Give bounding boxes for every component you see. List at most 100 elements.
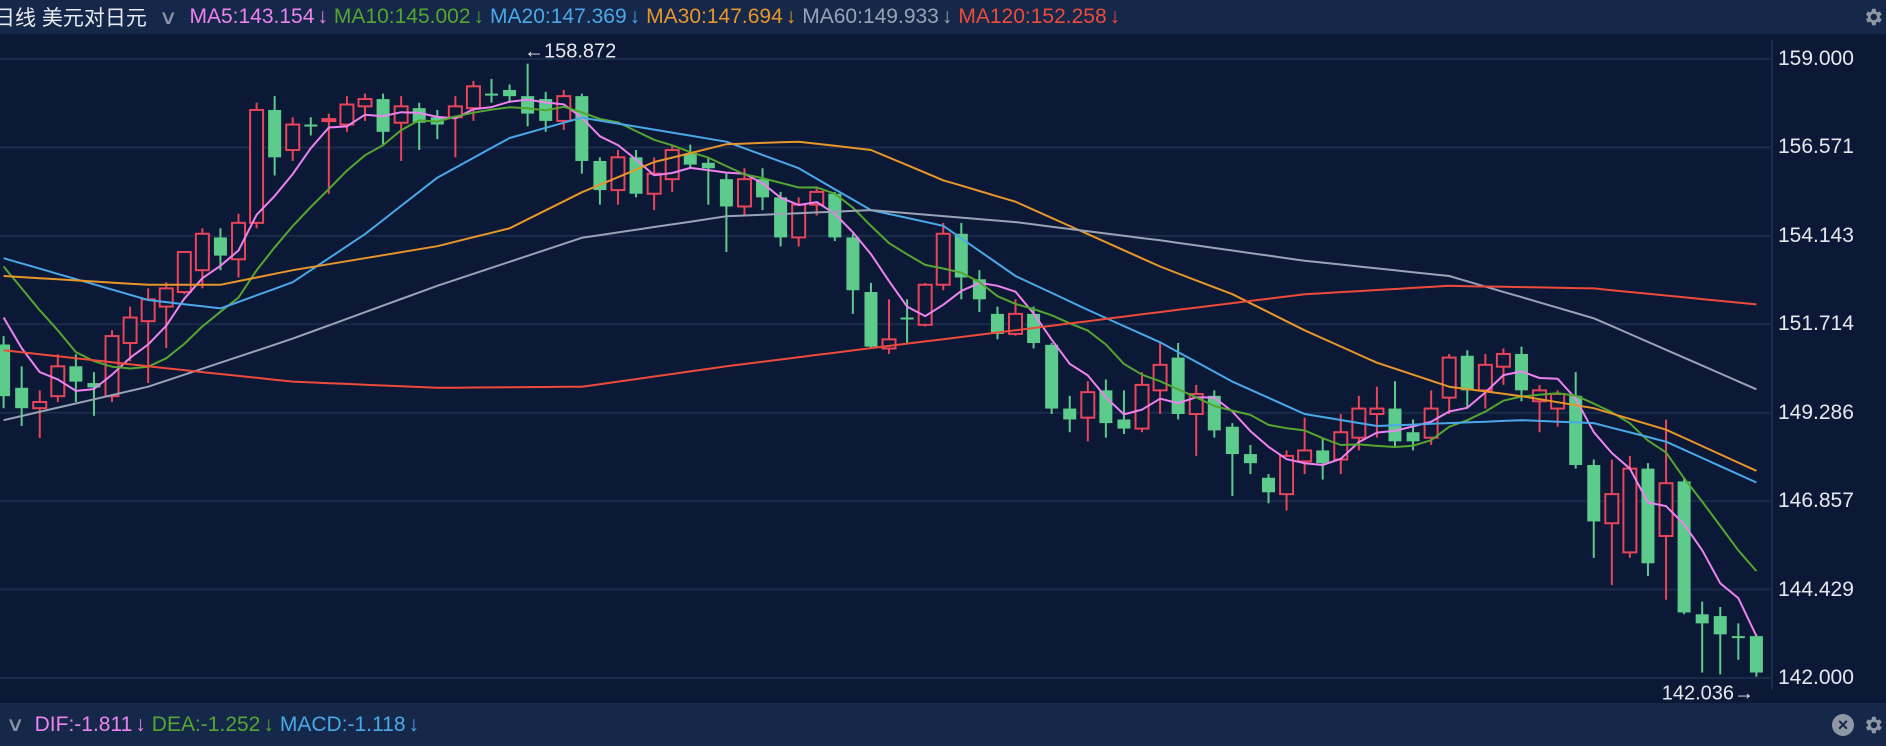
candle-body: [249, 108, 265, 224]
legend-ma10: MA10:145.002 ↓: [334, 5, 484, 28]
candle-body: [1587, 464, 1601, 522]
legend-value: DEA:-1.252: [151, 712, 261, 736]
candle-body: [1477, 363, 1493, 392]
candle-body: [268, 109, 282, 158]
gear-icon[interactable]: [1862, 714, 1884, 736]
y-tick-label: 156.571: [1778, 135, 1854, 159]
candle-body: [1604, 493, 1620, 525]
arrow-down-icon: ↓: [263, 712, 274, 736]
candle-down: [1262, 474, 1275, 504]
candle-body: [1063, 408, 1077, 420]
candle-body: [503, 89, 517, 97]
close-icon[interactable]: ×: [1832, 714, 1854, 736]
candle-body: [1495, 352, 1511, 368]
candle-body: [122, 316, 138, 345]
candle-up: [231, 213, 247, 278]
arrow-down-icon: ↓: [629, 5, 641, 28]
candle-body: [69, 366, 83, 382]
candle-body: [1749, 636, 1763, 673]
candle-body: [158, 287, 174, 308]
candle-body: [1080, 391, 1096, 419]
candle-body: [935, 232, 951, 286]
arrow-down-icon: ↓: [408, 712, 420, 736]
candle-body: [339, 103, 355, 126]
candle-down: [1388, 381, 1402, 447]
legend-value: MA60:149.933: [802, 5, 939, 28]
candle-down: [213, 228, 227, 271]
moving-average-lines: [2, 98, 1758, 637]
legend-macd: MACD:-1.118 ↓: [280, 713, 419, 736]
chevron-down-icon[interactable]: ∨: [159, 5, 178, 30]
candle-body: [1731, 636, 1745, 639]
candle-body: [900, 317, 914, 320]
main-chart-header: 日线 美元对日元 ∨ MA5:143.154 ↓ MA10:145.002 ↓ MA20…: [0, 0, 1886, 34]
candle-body: [1243, 454, 1257, 464]
candle-down: [1225, 423, 1239, 496]
candle-down: [1099, 379, 1113, 438]
candle-down: [972, 270, 986, 313]
candle-down: [1749, 634, 1763, 677]
candle-down: [87, 372, 101, 416]
candle-body: [1713, 616, 1727, 635]
candle-body: [1117, 419, 1131, 429]
candle-body: [917, 283, 933, 326]
legend-ma30: MA30:147.694 ↓: [646, 5, 796, 28]
candle-up: [1477, 353, 1493, 409]
candlestick-chart[interactable]: [0, 0, 1886, 746]
candle-up: [1080, 381, 1096, 442]
candle-down: [1063, 395, 1077, 433]
candle-down: [1243, 444, 1257, 475]
y-tick-label: 154.143: [1778, 223, 1854, 247]
candle-up: [1532, 384, 1548, 433]
candle-body: [176, 250, 192, 294]
grid-lines: [0, 58, 1772, 679]
candle-down: [412, 102, 426, 151]
y-tick-label: 142.000: [1778, 666, 1854, 689]
candle-down: [864, 282, 878, 349]
indicator-header: ∨ DIF:-1.811 ↓ DEA:-1.252 ↓ MACD:-1.118 ↓ ×: [0, 703, 1886, 746]
candle-body: [736, 178, 752, 208]
candle-body: [774, 197, 788, 238]
candle-up: [285, 117, 301, 161]
candle-down: [430, 109, 444, 140]
candle-body: [357, 98, 373, 108]
candle-body: [683, 153, 697, 165]
candle-body: [1099, 390, 1113, 424]
candle-body: [15, 387, 29, 409]
y-tick-label: 144.429: [1778, 577, 1854, 601]
candle-up: [122, 306, 138, 362]
arrow-down-icon: ↓: [473, 5, 485, 28]
candle-down: [593, 157, 607, 205]
candle-down: [1460, 350, 1474, 409]
candle-body: [646, 172, 662, 195]
ma20-line: [3, 116, 1757, 484]
candle-down: [268, 96, 282, 176]
chart-title: 日线 美元对日元: [0, 7, 147, 30]
candle-body: [828, 193, 842, 238]
candle-down: [304, 117, 318, 136]
candle-down: [719, 173, 733, 252]
y-tick-label: 151.714: [1778, 312, 1854, 336]
legend-ma5: MA5:143.154 ↓: [189, 5, 327, 28]
candle-body: [1622, 467, 1638, 554]
chevron-down-icon[interactable]: ∨: [6, 712, 25, 737]
arrow-down-icon: ↓: [785, 5, 797, 28]
candle-down: [69, 354, 83, 402]
y-tick-label: 159.000: [1778, 47, 1854, 70]
legend-dif: DIF:-1.811 ↓: [35, 713, 146, 736]
gear-icon[interactable]: [1862, 6, 1884, 28]
candle-body: [990, 313, 1004, 334]
candle-down: [1045, 343, 1059, 415]
legend-ma120: MA120:152.258 ↓: [958, 5, 1120, 28]
candle-body: [1152, 363, 1168, 392]
candle-up: [158, 282, 174, 349]
candle-down: [1569, 372, 1583, 469]
candle-body: [1441, 356, 1457, 399]
candle-up: [646, 157, 662, 211]
candle-body: [213, 237, 227, 256]
candle-down: [1677, 477, 1691, 615]
candle-down: [990, 306, 1004, 340]
arrow-down-icon: ↓: [317, 5, 328, 28]
macd-legend: DIF:-1.811 ↓ DEA:-1.252 ↓ MACD:-1.118 ↓: [35, 713, 425, 737]
candle-body: [1297, 449, 1313, 463]
